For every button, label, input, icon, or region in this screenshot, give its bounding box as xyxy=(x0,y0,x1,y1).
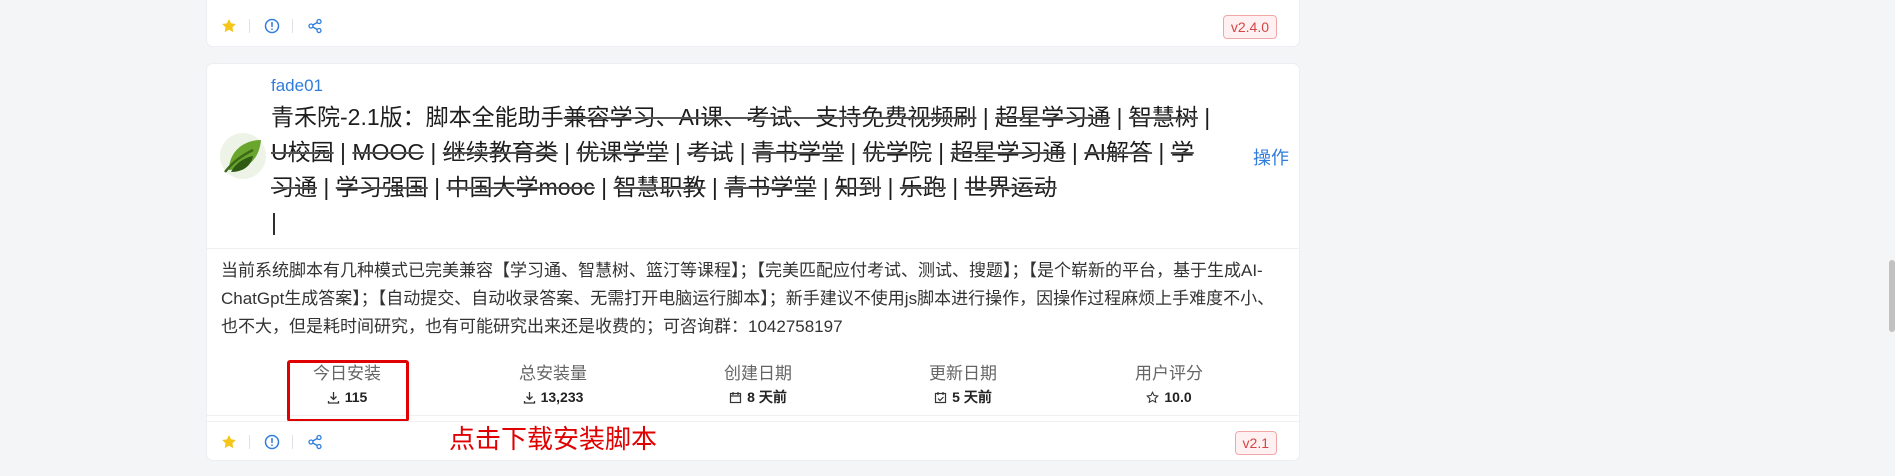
favorite-star-icon[interactable] xyxy=(221,434,237,450)
script-title[interactable]: 青禾院-2.1版：脚本全能助手兼容学习、AI课、考试、支持免费视频刷 | 超星学… xyxy=(271,100,1211,240)
author-link[interactable]: fade01 xyxy=(271,76,323,96)
divider xyxy=(292,19,293,33)
divider xyxy=(249,434,250,449)
info-icon[interactable] xyxy=(264,18,280,34)
page-scrollbar[interactable] xyxy=(1889,260,1895,332)
card-actions: v2.4.0 xyxy=(207,6,1299,46)
stat-updated-date: 更新日期 5 天前 xyxy=(929,364,997,405)
script-logo-icon xyxy=(219,132,267,180)
script-card: fade01 青禾院-2.1版：脚本全能助手兼容学习、AI课、考试、支持免费视频… xyxy=(207,64,1299,460)
share-icon[interactable] xyxy=(307,434,323,450)
stat-user-rating: 用户评分 10.0 xyxy=(1135,364,1203,405)
share-icon[interactable] xyxy=(307,18,323,34)
stat-created-date: 创建日期 8 天前 xyxy=(724,364,792,405)
download-icon xyxy=(523,391,535,404)
stat-total-installs: 总安装量 13,233 xyxy=(519,364,587,405)
version-badge: v2.1 xyxy=(1234,431,1277,455)
star-outline-icon xyxy=(1146,390,1160,403)
divider xyxy=(292,434,293,449)
script-header: fade01 青禾院-2.1版：脚本全能助手兼容学习、AI课、考试、支持免费视频… xyxy=(207,64,1299,248)
install-highlight-box xyxy=(287,360,409,422)
calendar-check-icon xyxy=(935,391,947,403)
script-card-previous: v2.4.0 xyxy=(207,0,1299,46)
operations-link[interactable]: 操作 xyxy=(1253,144,1289,170)
calendar-icon xyxy=(730,391,742,403)
version-badge: v2.4.0 xyxy=(1222,15,1277,39)
divider xyxy=(249,19,250,33)
info-icon[interactable] xyxy=(264,434,280,450)
favorite-star-icon[interactable] xyxy=(221,18,237,34)
card-actions: v2.1 xyxy=(207,421,1299,461)
